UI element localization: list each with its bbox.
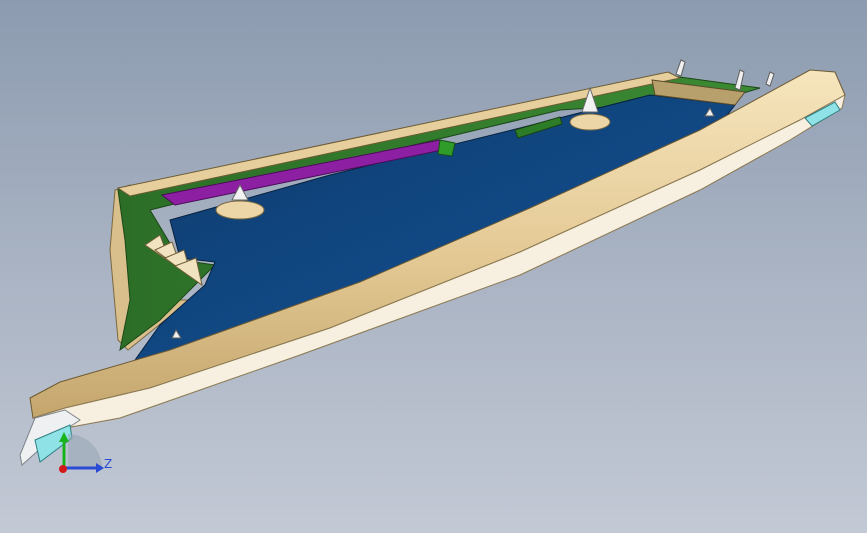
cad-viewport[interactable]: Z — [0, 0, 867, 533]
coordinate-triad — [59, 432, 104, 473]
z-axis-label: Z — [104, 457, 113, 471]
purple-strip-edge — [437, 139, 456, 157]
model-graphics[interactable] — [0, 0, 867, 533]
